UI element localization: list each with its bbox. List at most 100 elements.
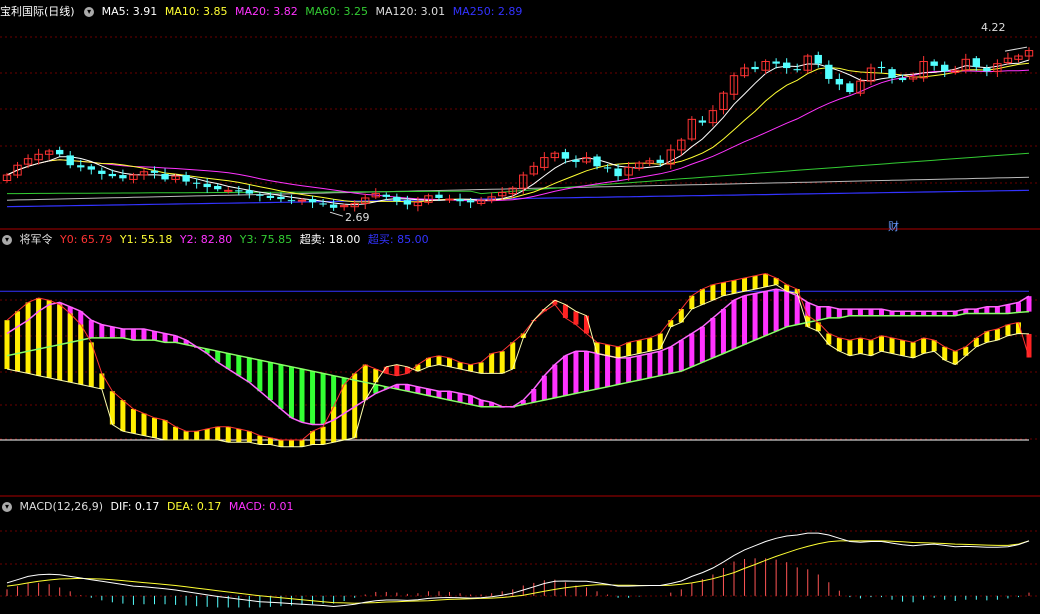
candle-body	[782, 62, 791, 69]
trend-bar	[710, 317, 716, 358]
trend-bar	[573, 351, 579, 394]
candle-body	[319, 203, 327, 205]
candle	[719, 90, 728, 115]
candle	[55, 146, 64, 157]
candle-body	[108, 173, 117, 177]
trend-bar	[678, 340, 684, 372]
candle-body	[941, 64, 949, 72]
trend-bar	[225, 353, 231, 369]
macd-legend: MACD: 0.01	[228, 500, 294, 513]
signal-bar	[4, 320, 10, 369]
signal-bar	[615, 346, 621, 358]
candle	[624, 161, 633, 181]
chevron-down-icon[interactable]: ▾	[84, 7, 95, 17]
candle	[540, 152, 549, 171]
trend-bar	[288, 366, 294, 418]
chart-title: 宝利国际(日线)	[0, 5, 75, 18]
signal-bar	[468, 364, 474, 372]
signal-bar	[626, 342, 632, 356]
candle-body	[877, 66, 886, 69]
signal-bar	[447, 357, 453, 367]
trend-bar	[152, 331, 158, 341]
signal-bar	[1005, 324, 1011, 336]
signal-bar	[742, 277, 748, 292]
candle	[87, 164, 95, 175]
trend-bar	[320, 373, 326, 425]
chevron-down-icon[interactable]: ▾	[2, 235, 12, 245]
trend-bar	[257, 360, 263, 392]
candle	[835, 73, 844, 91]
candle-body	[224, 189, 233, 192]
y1-line	[6, 272, 1030, 441]
candle-body	[87, 166, 95, 170]
candle-body	[329, 204, 338, 208]
signal-bar	[657, 333, 663, 350]
signal-bar	[267, 437, 273, 445]
signal-bar	[763, 273, 769, 287]
y1-legend: Y1: 55.18	[119, 233, 173, 246]
candle	[1003, 52, 1013, 65]
indicator-panel[interactable]	[0, 272, 1032, 448]
signal-bar	[215, 426, 221, 441]
high-price-label: 4.22	[981, 21, 1006, 34]
candle	[572, 155, 580, 168]
candle	[487, 192, 496, 204]
candle-body	[593, 156, 601, 167]
candle	[393, 193, 401, 206]
signal-bar	[731, 280, 737, 294]
candle-body	[456, 199, 464, 202]
signal-bar	[921, 337, 927, 354]
candle-body	[203, 183, 211, 188]
trend-bar	[236, 355, 242, 376]
candle-body	[435, 194, 443, 198]
ma60-line	[7, 152, 1030, 195]
candle-body	[77, 165, 85, 168]
candle	[888, 66, 896, 84]
low-pointer	[329, 211, 344, 217]
trend-bar	[267, 362, 273, 401]
signal-bar	[868, 340, 874, 356]
trend-bar	[299, 369, 305, 423]
candle-body	[825, 64, 833, 79]
signal-bar	[889, 337, 895, 354]
trend-bar	[594, 353, 600, 389]
trend-bar	[278, 364, 284, 409]
trend-bar	[742, 295, 748, 345]
candle	[256, 192, 264, 202]
candle-body	[256, 194, 264, 196]
dea-legend: DEA: 0.17	[166, 500, 222, 513]
candle-body	[603, 167, 612, 169]
candle-body	[572, 159, 580, 162]
candle-body	[161, 173, 169, 180]
ma20-line	[6, 69, 1030, 202]
candle	[919, 56, 928, 82]
signal-bar	[331, 406, 337, 443]
ma10-legend: MA10: 3.85	[164, 5, 228, 18]
trend-bar	[784, 291, 790, 327]
chevron-down-icon[interactable]: ▾	[2, 502, 12, 512]
signal-bar	[836, 337, 842, 352]
candle	[308, 195, 317, 209]
trend-bar	[857, 309, 863, 316]
trend-bar	[847, 309, 853, 316]
candle-body	[403, 200, 412, 205]
candle-body	[972, 58, 981, 67]
candle-body	[445, 198, 454, 201]
price-panel[interactable]	[2, 46, 1034, 217]
candle-body	[888, 69, 896, 78]
trend-bar	[457, 393, 463, 403]
overbought-legend: 超买: 85.00	[367, 233, 429, 246]
finance-marker[interactable]: 财	[888, 218, 899, 234]
trend-bar	[773, 289, 779, 332]
trend-bar	[246, 357, 252, 383]
candle	[698, 116, 707, 126]
signal-bar	[857, 337, 863, 354]
candle	[119, 169, 127, 182]
candle-body	[835, 78, 844, 85]
signal-bar	[194, 431, 200, 441]
trend-bar	[689, 333, 695, 367]
candle	[371, 188, 380, 200]
macd-panel-header: ▾ MACD(12,26,9) DIF: 0.17 DEA: 0.17 MACD…	[0, 499, 298, 515]
candle-body	[656, 159, 664, 164]
candle	[877, 61, 886, 73]
